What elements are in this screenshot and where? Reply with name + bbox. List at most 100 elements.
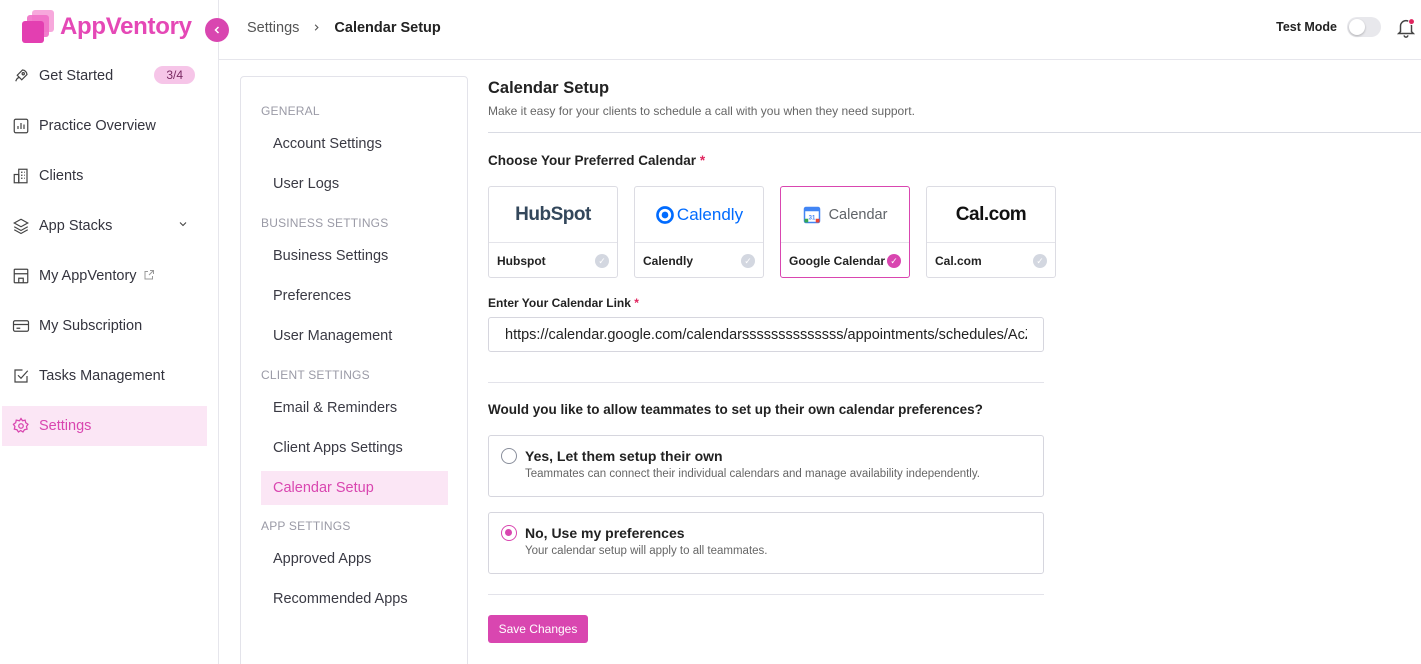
breadcrumb: Settings Calendar Setup: [247, 20, 441, 36]
option-description: Teammates can connect their individual c…: [525, 468, 980, 480]
divider: [488, 132, 1421, 133]
hubspot-logo: HubSpot: [489, 187, 617, 243]
logo-mark-icon: [22, 10, 58, 44]
test-mode-label: Test Mode: [1276, 20, 1337, 34]
radio-yes[interactable]: [501, 448, 517, 464]
calcom-logo: Cal.com: [927, 187, 1055, 243]
sidebar-item-app-stacks[interactable]: App Stacks: [0, 206, 219, 246]
chevron-down-icon[interactable]: [177, 218, 189, 233]
top-bar: Settings Calendar Setup Test Mode: [219, 0, 1421, 60]
teammates-question: Would you like to allow teammates to set…: [488, 402, 983, 417]
rocket-icon: [12, 67, 30, 85]
required-mark: *: [699, 153, 706, 168]
submenu-preferences[interactable]: Preferences: [261, 279, 448, 313]
app-name: AppVentory: [60, 13, 192, 40]
test-mode-toggle[interactable]: [1347, 17, 1381, 37]
calendar-option-label: Calendly: [643, 254, 694, 268]
submenu-account-settings[interactable]: Account Settings: [261, 127, 448, 161]
breadcrumb-current: Calendar Setup: [334, 20, 441, 36]
settings-submenu: GENERAL Account Settings User Logs BUSIN…: [240, 76, 468, 664]
calendar-option-hubspot[interactable]: HubSpot Hubspot ✓: [488, 186, 618, 278]
calendar-option-label: Google Calendar: [789, 254, 886, 268]
building-icon: [12, 167, 30, 185]
page-title: Calendar Setup: [488, 79, 610, 97]
group-business-settings: BUSINESS SETTINGS: [261, 216, 389, 230]
sidebar-item-label: Clients: [39, 168, 84, 184]
sidebar-item-label: Get Started: [39, 68, 114, 84]
sidebar-item-label: App Stacks: [39, 218, 113, 234]
check-icon: ✓: [887, 254, 901, 268]
progress-badge: 3/4: [154, 66, 195, 84]
sidebar-item-my-subscription[interactable]: My Subscription: [0, 306, 219, 346]
calcom-logo-text: Cal.com: [955, 203, 1027, 225]
submenu-user-logs[interactable]: User Logs: [261, 167, 448, 201]
sidebar-item-label: Tasks Management: [39, 368, 165, 384]
sidebar-item-get-started[interactable]: Get Started 3/4: [0, 56, 219, 96]
sidebar-item-practice-overview[interactable]: Practice Overview: [0, 106, 219, 146]
sidebar-item-clients[interactable]: Clients: [0, 156, 219, 196]
submenu-user-management[interactable]: User Management: [261, 319, 448, 353]
sidebar-item-label: Settings: [39, 418, 92, 434]
submenu-client-apps-settings[interactable]: Client Apps Settings: [261, 431, 448, 465]
submenu-email-reminders[interactable]: Email & Reminders: [261, 391, 448, 425]
submenu-approved-apps[interactable]: Approved Apps: [261, 542, 448, 576]
calendly-logo-text: Calendly: [676, 204, 744, 224]
store-icon: [12, 267, 30, 285]
checkbox-icon: [12, 367, 30, 385]
check-icon: ✓: [595, 254, 609, 268]
option-title: No, Use my preferences: [525, 525, 685, 541]
sidebar-item-my-appventory[interactable]: My AppVentory: [0, 256, 219, 296]
calendar-option-label: Cal.com: [935, 254, 982, 268]
google-calendar-icon: 31: [803, 206, 820, 223]
collapse-sidebar-button[interactable]: [205, 18, 229, 42]
submenu-calendar-setup[interactable]: Calendar Setup: [261, 471, 448, 505]
sidebar-item-label: Practice Overview: [39, 118, 156, 134]
save-changes-button[interactable]: Save Changes: [488, 615, 588, 643]
calendar-link-label: Enter Your Calendar Link *: [488, 296, 639, 310]
calendly-logo: Calendly: [635, 187, 763, 243]
submenu-business-settings[interactable]: Business Settings: [261, 239, 448, 273]
group-general: GENERAL: [261, 104, 320, 118]
chart-icon: [12, 117, 30, 135]
calendar-link-label-text: Enter Your Calendar Link: [488, 296, 631, 310]
gear-icon: [12, 417, 30, 435]
radio-no[interactable]: [501, 525, 517, 541]
calendly-mark-icon: [656, 205, 674, 224]
calendar-option-google[interactable]: 31 Calendar Google Calendar ✓: [780, 186, 910, 278]
sidebar-item-label: My Subscription: [39, 318, 143, 334]
sidebar-item-label: My AppVentory: [39, 268, 137, 284]
sidebar: AppVentory Get Started 3/4 Practice Over…: [0, 0, 219, 664]
submenu-recommended-apps[interactable]: Recommended Apps: [261, 582, 448, 616]
hubspot-logo-text: HubSpot: [515, 203, 591, 225]
group-client-settings: CLIENT SETTINGS: [261, 368, 370, 382]
google-calendar-logo: 31 Calendar: [781, 187, 909, 243]
app-logo[interactable]: AppVentory: [22, 10, 192, 44]
calendar-option-calendly[interactable]: Calendly Calendly ✓: [634, 186, 764, 278]
chevron-left-icon: [214, 26, 220, 34]
notification-bell-icon[interactable]: [1395, 16, 1417, 40]
option-yes-own-setup[interactable]: Yes, Let them setup their own Teammates …: [488, 435, 1044, 497]
sidebar-nav: Get Started 3/4 Practice Overview Client…: [0, 56, 219, 456]
external-link-icon: [143, 269, 155, 284]
calendar-link-input[interactable]: [488, 317, 1044, 352]
calendar-option-label: Hubspot: [497, 254, 546, 268]
divider: [488, 382, 1044, 383]
option-title: Yes, Let them setup their own: [525, 448, 723, 464]
check-icon: ✓: [1033, 254, 1047, 268]
sidebar-item-settings[interactable]: Settings: [2, 406, 207, 446]
calendar-option-calcom[interactable]: Cal.com Cal.com ✓: [926, 186, 1056, 278]
required-mark: *: [634, 296, 639, 310]
card-icon: [12, 317, 30, 335]
check-icon: ✓: [741, 254, 755, 268]
layers-icon: [12, 217, 30, 235]
divider: [488, 594, 1044, 595]
calendar-section-label: Choose Your Preferred Calendar: [488, 153, 697, 168]
svg-text:31: 31: [808, 215, 815, 221]
option-description: Your calendar setup will apply to all te…: [525, 545, 768, 557]
breadcrumb-settings[interactable]: Settings: [247, 20, 299, 36]
page-subtitle: Make it easy for your clients to schedul…: [488, 104, 915, 118]
chevron-right-icon: [311, 21, 322, 36]
calendar-section-title: Choose Your Preferred Calendar *: [488, 153, 705, 168]
sidebar-item-tasks-management[interactable]: Tasks Management: [0, 356, 219, 396]
option-no-use-my-preferences[interactable]: No, Use my preferences Your calendar set…: [488, 512, 1044, 574]
